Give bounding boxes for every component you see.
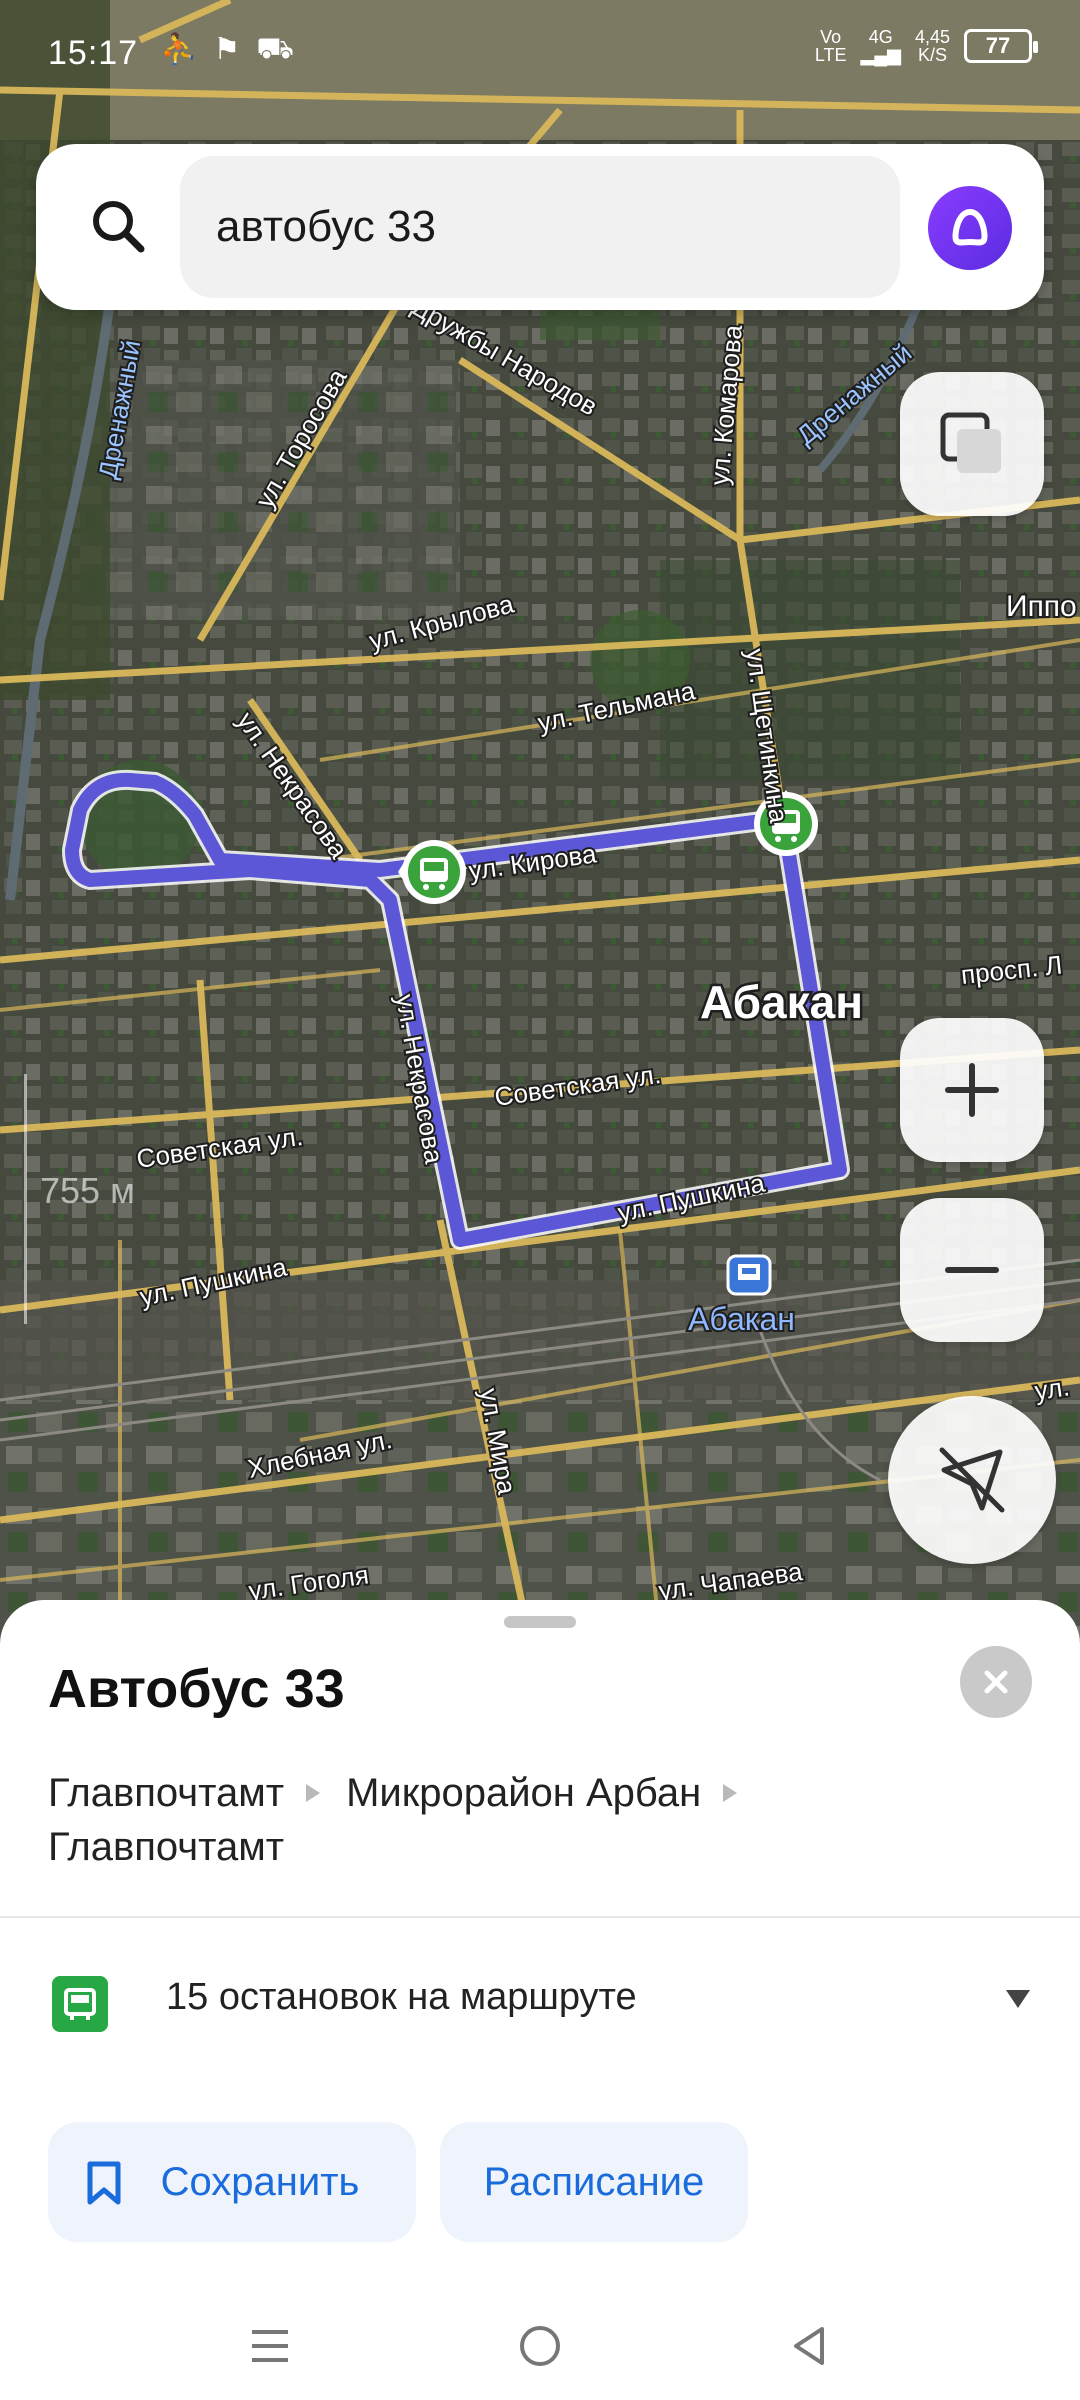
schedule-label: Расписание [483,2159,705,2204]
back-nav-button[interactable] [778,2316,838,2376]
save-button[interactable]: Сохранить [48,2122,416,2242]
divider [0,1916,1080,1918]
close-button[interactable] [960,1646,1032,1718]
station-label: Абакан [688,1301,795,1337]
status-time: 15:17 [48,34,139,72]
speed-label: 4,45 K/S [914,27,950,65]
arrow-right-icon [306,1784,321,1802]
search-input[interactable]: автобус 33 [180,156,900,298]
city-label: Абакан [700,976,863,1028]
minus-icon [945,1267,999,1273]
notification-icons: ⛹ ⚑ ⛟ [160,32,294,70]
home-nav-button[interactable] [510,2316,570,2376]
stops-list-toggle[interactable]: 15 остановок на маршруте [0,1946,1080,2058]
system-nav-bar [0,2290,1080,2400]
route-stops-path: Главпочтамт Микрорайон Арбан Главпочтамт [48,1766,1028,1874]
plus-icon [945,1063,999,1117]
sheet-drag-handle[interactable] [504,1616,576,1628]
route-info-sheet: Автобус 33 Главпочтамт Микрорайон Арбан Г… [0,1600,1080,2400]
car-icon: ⛟ [256,32,295,65]
railway-station-icon[interactable] [726,1254,772,1296]
layers-button[interactable] [900,372,1044,516]
bookmark-icon [87,2161,121,2205]
route-title: Автобус 33 [48,1659,345,1719]
menu-nav-button[interactable] [240,2316,300,2376]
stops-count: 15 остановок на маршруте [166,1976,637,2018]
status-indicators: Vo LTE 4G ▂▄▆ 4,45 K/S 77 [814,27,1038,65]
schedule-button[interactable]: Расписание [440,2122,748,2242]
zoom-out-button[interactable] [900,1198,1044,1342]
street-label: Иппо [1006,590,1077,623]
search-bar: автобус 33 [36,144,1044,310]
bus-stop-icon [52,1976,108,2032]
menu-icon [252,2330,288,2362]
chevron-down-icon [1006,1990,1030,2008]
my-location-button[interactable] [888,1396,1056,1564]
route-stop: Главпочтамт [48,1825,285,1869]
walk-icon: ⚑ [213,33,241,66]
scale-label: 755 м [40,1170,135,1211]
signal-label: 4G ▂▄▆ [860,27,901,65]
route-stop: Главпочтамт [48,1771,285,1815]
home-icon [520,2326,560,2366]
alice-icon[interactable] [928,186,1012,270]
layers-icon [940,412,1001,473]
arrow-right-icon [723,1784,738,1802]
back-icon [794,2327,824,2365]
route-stop: Микрорайон Арбан [346,1771,702,1815]
location-off-icon [939,1447,1005,1513]
zoom-in-button[interactable] [900,1018,1044,1162]
activity-icon: ⛹ [160,33,198,66]
save-label: Сохранить [160,2159,360,2204]
battery-icon: 77 [964,29,1038,63]
street-label: ул. [1033,1371,1072,1406]
status-bar: 15:17 ⛹ ⚑ ⛟ Vo LTE 4G ▂▄▆ 4,45 K/S 77 [0,0,1080,110]
scale-bar [24,1074,27,1324]
search-icon[interactable] [76,184,160,268]
close-icon [984,1670,1008,1694]
volte-label: Vo LTE [814,27,847,65]
